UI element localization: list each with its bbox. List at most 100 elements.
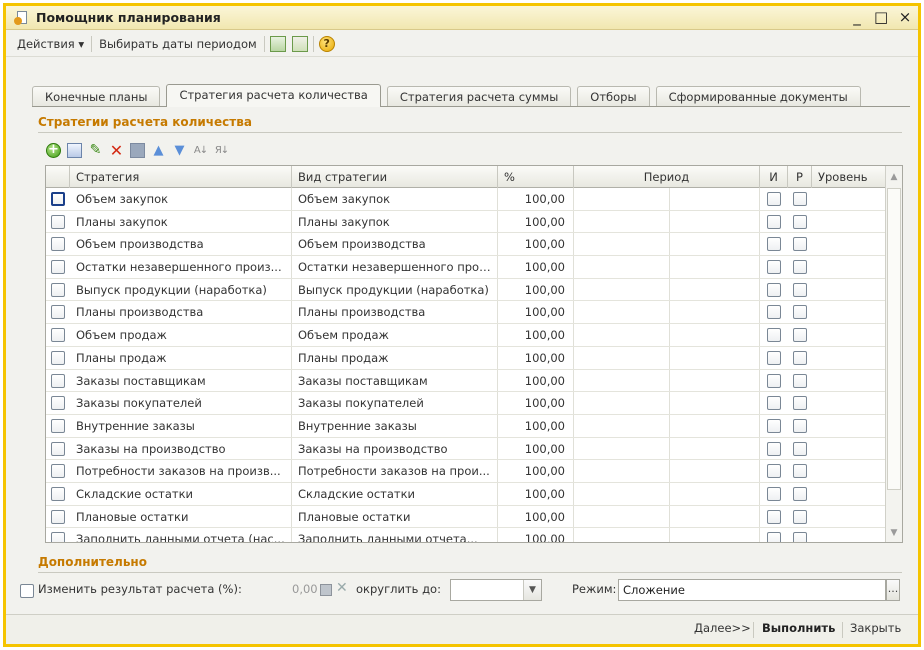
period-end-cell[interactable] (670, 505, 760, 528)
i-checkbox[interactable] (767, 373, 781, 388)
percent-cell[interactable]: 100,00 (498, 482, 574, 505)
i-checkbox[interactable] (767, 532, 781, 542)
period-start-cell[interactable] (574, 256, 670, 278)
add-row-icon[interactable]: + (46, 142, 61, 158)
table-row[interactable]: Заказы на производство Заказы на производ… (46, 437, 886, 461)
percent-cell[interactable]: 100,00 (498, 414, 574, 437)
percent-cell[interactable]: 100,00 (498, 188, 574, 210)
i-checkbox[interactable] (767, 418, 781, 433)
actions-menu[interactable]: Действия ▾ (12, 34, 89, 54)
period-end-cell[interactable] (670, 256, 760, 278)
level-cell[interactable] (812, 483, 886, 505)
i-checkbox[interactable] (767, 464, 781, 479)
header-i[interactable]: И (760, 166, 788, 188)
row-select-checkbox[interactable] (51, 192, 65, 206)
table-row[interactable]: Планы продаж Планы продаж 100,00 (46, 346, 886, 370)
r-checkbox[interactable] (793, 350, 807, 365)
table-row[interactable]: Выпуск продукции (наработка) Выпуск проду… (46, 278, 886, 302)
i-checkbox[interactable] (767, 214, 781, 229)
period-start-cell[interactable] (574, 346, 670, 369)
row-select-checkbox[interactable] (51, 214, 65, 229)
i-checkbox[interactable] (767, 350, 781, 365)
calendar-import-icon[interactable] (291, 35, 308, 52)
period-start-cell[interactable] (574, 369, 670, 392)
table-row[interactable]: Внутренние заказы Внутренние заказы 100,00 (46, 414, 886, 438)
row-select-checkbox[interactable] (51, 464, 65, 479)
table-row[interactable]: Складские остатки Складские остатки 100,00 (46, 482, 886, 506)
period-start-cell[interactable] (574, 188, 670, 210)
period-end-cell[interactable] (670, 392, 760, 414)
period-end-cell[interactable] (670, 188, 760, 210)
scroll-thumb[interactable] (887, 188, 901, 490)
r-checkbox[interactable] (793, 305, 807, 320)
period-start-cell[interactable] (574, 460, 670, 482)
table-row[interactable]: Объем производства Объем производства 100,… (46, 233, 886, 257)
percent-cell[interactable]: 100,00 (498, 437, 574, 460)
period-end-cell[interactable] (670, 460, 760, 482)
table-row[interactable]: Остатки незавершенного произ... Остатки н… (46, 256, 886, 279)
r-checkbox[interactable] (793, 192, 807, 206)
percent-cell[interactable]: 100,00 (498, 369, 574, 392)
tab-filters[interactable]: Отборы (577, 86, 650, 107)
period-start-cell[interactable] (574, 528, 670, 542)
r-checkbox[interactable] (793, 486, 807, 501)
period-end-cell[interactable] (670, 210, 760, 233)
header-percent[interactable]: % (498, 166, 574, 188)
header-level[interactable]: Уровень (812, 166, 886, 188)
row-select-checkbox[interactable] (51, 282, 65, 297)
i-checkbox[interactable] (767, 305, 781, 320)
row-select-checkbox[interactable] (51, 441, 65, 456)
move-down-icon[interactable]: ▼ (172, 143, 187, 158)
help-icon[interactable]: ? (318, 35, 335, 52)
table-row[interactable]: Заказы поставщикам Заказы поставщикам 100,… (46, 369, 886, 393)
percent-cell[interactable]: 100,00 (498, 233, 574, 256)
level-cell[interactable] (812, 279, 886, 301)
row-select-checkbox[interactable] (51, 237, 65, 252)
percent-cell[interactable]: 100,00 (498, 505, 574, 528)
sort-descending-icon[interactable]: Я↓ (214, 143, 229, 158)
i-checkbox[interactable] (767, 509, 781, 524)
i-checkbox[interactable] (767, 328, 781, 343)
delete-icon[interactable]: ✕ (109, 142, 124, 158)
close-window-button[interactable]: × (898, 8, 912, 26)
period-start-cell[interactable] (574, 437, 670, 460)
period-end-cell[interactable] (670, 324, 760, 346)
next-button[interactable]: Далее>> (694, 621, 751, 635)
level-cell[interactable] (812, 392, 886, 414)
r-checkbox[interactable] (793, 373, 807, 388)
period-start-cell[interactable] (574, 210, 670, 233)
table-row[interactable]: Объем закупок Объем закупок 100,00 (46, 188, 886, 211)
level-cell[interactable] (812, 324, 886, 346)
row-select-checkbox[interactable] (51, 328, 65, 343)
level-cell[interactable] (812, 460, 886, 482)
percent-cell[interactable]: 100,00 (498, 301, 574, 324)
period-end-cell[interactable] (670, 482, 760, 505)
save-disk-icon[interactable] (130, 142, 145, 158)
row-select-checkbox[interactable] (51, 350, 65, 365)
r-checkbox[interactable] (793, 282, 807, 297)
r-checkbox[interactable] (793, 328, 807, 343)
row-select-checkbox[interactable] (51, 532, 65, 542)
change-result-value[interactable]: 0,00 (292, 582, 318, 596)
i-checkbox[interactable] (767, 237, 781, 252)
level-cell[interactable] (812, 211, 886, 233)
period-start-cell[interactable] (574, 301, 670, 324)
chevron-down-icon[interactable]: ▼ (523, 580, 541, 600)
sort-ascending-icon[interactable]: A↓ (193, 143, 208, 158)
edit-pencil-icon[interactable]: ✎ (88, 142, 103, 158)
percent-cell[interactable]: 100,00 (498, 256, 574, 278)
table-row[interactable]: Потребности заказов на произв... Потребно… (46, 460, 886, 483)
tab-quantity-strategy[interactable]: Стратегия расчета количества (166, 84, 381, 107)
round-to-select[interactable]: ▼ (450, 579, 542, 601)
percent-cell[interactable]: 100,00 (498, 460, 574, 482)
clear-icon[interactable]: ✕ (336, 580, 348, 596)
tab-final-plans[interactable]: Конечные планы (32, 86, 161, 107)
i-checkbox[interactable] (767, 192, 781, 206)
i-checkbox[interactable] (767, 282, 781, 297)
period-start-cell[interactable] (574, 414, 670, 437)
table-row[interactable]: Плановые остатки Плановые остатки 100,00 (46, 505, 886, 529)
period-start-cell[interactable] (574, 278, 670, 301)
level-cell[interactable] (812, 438, 886, 460)
vertical-scrollbar[interactable]: ▲ ▼ (885, 166, 902, 542)
level-cell[interactable] (812, 506, 886, 528)
